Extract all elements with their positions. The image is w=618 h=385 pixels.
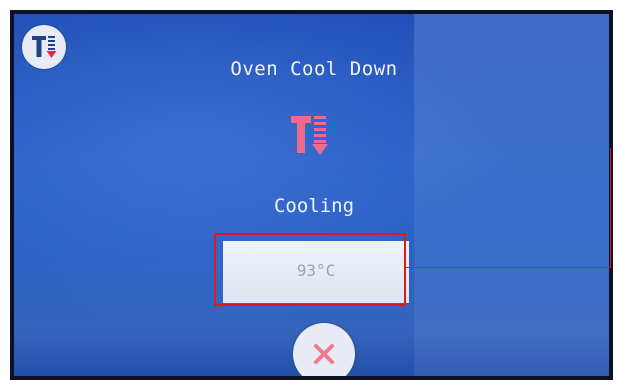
oven-cool-down-icon [289, 111, 335, 165]
screen-glare [414, 14, 609, 376]
device-frame: Oven Cool Down Cooling 93°C [10, 10, 613, 380]
temperature-highlight-box [214, 233, 406, 306]
callout-line-horizontal [406, 267, 611, 268]
status-label: Cooling [273, 195, 355, 217]
cool-down-mode-button[interactable] [22, 25, 66, 69]
touch-screen: Oven Cool Down Cooling 93°C [14, 14, 609, 376]
close-icon [314, 344, 334, 364]
cancel-button[interactable] [293, 323, 355, 376]
oven-cool-down-icon [32, 36, 57, 58]
page-title: Oven Cool Down [230, 58, 398, 80]
callout-line-vertical [610, 148, 611, 268]
